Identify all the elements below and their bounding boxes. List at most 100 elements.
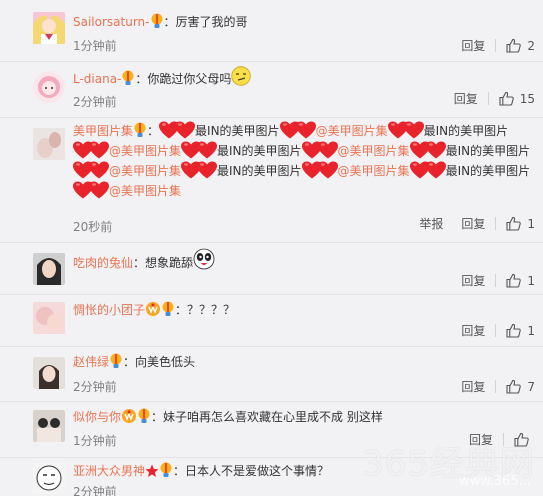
avatar[interactable] — [33, 357, 65, 389]
comment-list: Sailorsaturn- ：厉害了我的哥 1分钟前 回复 2 L-diana- ：你跪过你… — [0, 0, 543, 496]
comment-body: 最IN的美甲图片 — [195, 124, 280, 138]
like-count: 1 — [527, 323, 535, 338]
mention-link[interactable]: @美甲图片集 — [109, 144, 181, 158]
comment-body: ：？？？？ — [175, 303, 236, 317]
hearts-emoji — [409, 141, 446, 159]
avatar[interactable] — [33, 410, 65, 442]
reply-button[interactable]: 回复 — [461, 322, 485, 339]
comment-actions: 回复 15 — [454, 90, 535, 107]
comment-time: 1分钟前 — [73, 434, 117, 448]
thumbs-up-icon — [506, 379, 522, 394]
watermark-url: www.365... — [458, 474, 531, 489]
comment-time: 20秒前 — [73, 220, 113, 234]
bulb-badge-icon — [160, 462, 172, 477]
comment-body: ：想象跪舔 — [133, 256, 194, 270]
bulb-badge-icon — [110, 353, 122, 368]
thumbs-up-icon — [506, 38, 522, 53]
vip-badge-icon — [146, 302, 161, 316]
username-link[interactable]: 亚洲大众男神 — [73, 464, 145, 478]
like-button[interactable]: 7 — [506, 379, 535, 394]
comment-body: ：你跪过你父母吗 — [135, 72, 232, 86]
username-link[interactable]: 吃肉的兔仙 — [73, 256, 133, 270]
comment-body: ：向美色低头 — [123, 355, 196, 369]
bulb-badge-icon — [162, 301, 174, 316]
avatar[interactable] — [33, 462, 65, 494]
avatar[interactable] — [33, 128, 65, 160]
thumbs-up-icon — [499, 91, 514, 106]
vip-badge-icon — [122, 409, 137, 423]
comment-item: L-diana- ：你跪过你父母吗 2分钟前 回复 15 — [0, 62, 543, 118]
comment-text: 吃肉的兔仙：想象跪舔 — [73, 248, 535, 273]
like-button[interactable]: 1 — [506, 273, 535, 288]
mention-link[interactable]: @美甲图片集 — [316, 124, 388, 138]
like-button[interactable]: 2 — [506, 38, 535, 53]
avatar[interactable] — [33, 253, 65, 285]
like-button[interactable]: 1 — [506, 323, 535, 338]
reply-button[interactable]: 回复 — [461, 272, 485, 289]
hearts-emoji — [159, 121, 196, 139]
hearts-emoji — [181, 141, 218, 159]
bulb-badge-icon — [134, 122, 146, 137]
comment-body: ： — [147, 124, 160, 138]
pink-girl-avatar — [33, 71, 65, 103]
group-photo-avatar — [33, 410, 65, 442]
comment-body: 最IN的美甲图片 — [445, 144, 531, 158]
dark-hair-girl-avatar — [33, 253, 65, 285]
star-badge-icon — [145, 464, 159, 477]
divider — [495, 217, 497, 230]
comment-time: 2分钟前 — [73, 380, 117, 394]
reply-button[interactable]: 回复 — [461, 37, 485, 54]
like-button[interactable]: 15 — [499, 91, 535, 106]
like-count: 7 — [527, 379, 535, 394]
hearts-emoji — [73, 181, 109, 199]
like-count: 15 — [519, 91, 535, 106]
comment-text: 似你与你 ：妹子咱再怎么喜欢藏在心里成不成 别这样 — [73, 407, 535, 427]
smirk-emoji — [231, 66, 252, 86]
comment-actions: 回复 7 — [461, 378, 535, 395]
like-button[interactable]: 1 — [506, 216, 535, 231]
username-link[interactable]: 似你与你 — [73, 410, 121, 424]
avatar[interactable] — [33, 71, 65, 103]
nail-photo-avatar — [33, 128, 65, 160]
avatar[interactable] — [33, 302, 65, 334]
mention-link[interactable]: @美甲图片集 — [109, 164, 181, 178]
comment-actions: 回复 1 — [461, 272, 535, 289]
hearts-emoji — [409, 161, 446, 179]
comment-item: Sailorsaturn- ：厉害了我的哥 1分钟前 回复 2 — [0, 0, 543, 62]
username-link[interactable]: 美甲图片集 — [73, 124, 133, 138]
comment-time: 2分钟前 — [73, 95, 117, 109]
mention-link[interactable]: @美甲图片集 — [338, 144, 410, 158]
reply-button[interactable]: 回复 — [461, 215, 485, 232]
thumbs-up-icon — [506, 273, 522, 288]
report-button[interactable]: 举报 — [419, 215, 443, 232]
username-link[interactable]: 赵伟绿 — [73, 355, 109, 369]
girl-portrait-avatar — [33, 357, 65, 389]
hearts-emoji — [301, 161, 338, 179]
username-link[interactable]: 惆怅的小团子 — [73, 303, 145, 317]
username-link[interactable]: Sailorsaturn- — [73, 15, 150, 29]
hearts-emoji — [387, 121, 424, 139]
comment-body: ：日本人不是爱做这个事情？ — [173, 464, 330, 478]
mention-link[interactable]: @美甲图片集 — [109, 184, 181, 198]
bulb-badge-icon — [122, 70, 134, 85]
panda-face-emoji — [193, 248, 215, 270]
comment-text: Sailorsaturn- ：厉害了我的哥 — [73, 12, 535, 32]
username-link[interactable]: L-diana- — [73, 72, 121, 86]
like-count: 1 — [527, 273, 535, 288]
hearts-emoji — [73, 161, 109, 179]
like-count: 1 — [527, 216, 535, 231]
hearts-emoji — [181, 161, 218, 179]
thumbs-up-icon — [506, 323, 522, 338]
comment-body: 最IN的美甲图片 — [445, 164, 531, 178]
divider — [495, 39, 497, 52]
avatar[interactable] — [33, 12, 65, 44]
comment-text: L-diana- ：你跪过你父母吗 — [73, 66, 535, 89]
comment-body: 最IN的美甲图片 — [217, 144, 302, 158]
reply-button[interactable]: 回复 — [454, 90, 478, 107]
comment-actions: 举报 回复 1 — [419, 215, 535, 232]
comment-item: 吃肉的兔仙：想象跪舔 回复 1 — [0, 243, 543, 295]
hearts-emoji — [301, 141, 338, 159]
comment-item: 惆怅的小团子 ：？？？？ 回复 1 — [0, 295, 543, 347]
mention-link[interactable]: @美甲图片集 — [338, 164, 410, 178]
reply-button[interactable]: 回复 — [461, 378, 485, 395]
